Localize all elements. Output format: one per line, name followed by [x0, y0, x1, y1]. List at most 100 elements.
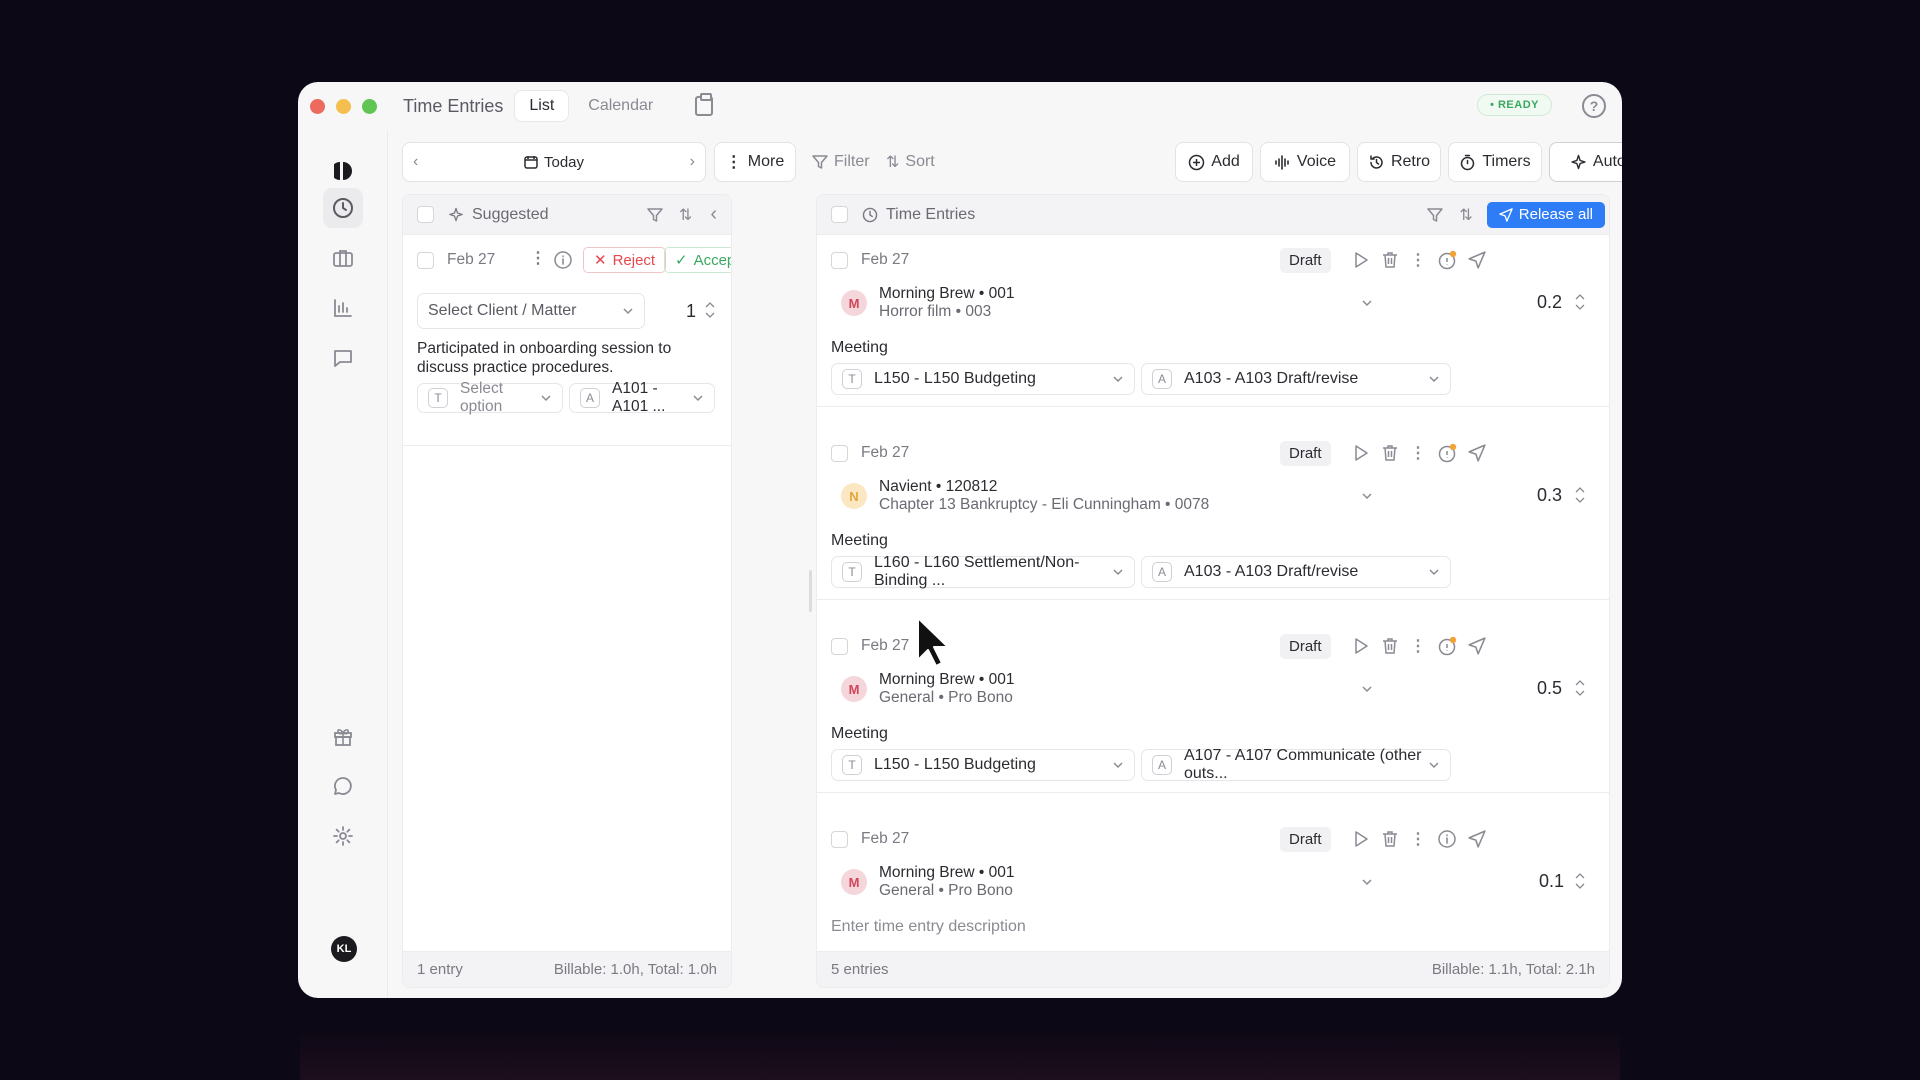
auto-capture-button[interactable]: Auto-Capture	[1549, 142, 1622, 182]
collapse-chevron-icon[interactable]: ‹	[710, 203, 717, 226]
activity-select[interactable]: A A103 - A103 Draft/revise	[1141, 363, 1451, 395]
filter-icon[interactable]	[647, 207, 663, 223]
maximize-window-button[interactable]	[362, 98, 377, 114]
warning-info-icon[interactable]	[1437, 250, 1457, 270]
hours-value[interactable]: 1	[686, 301, 696, 322]
info-icon[interactable]	[553, 250, 573, 270]
activity-letter-icon: A	[580, 388, 600, 408]
play-icon[interactable]	[1352, 251, 1370, 269]
sidebar-item-rewards[interactable]	[323, 716, 363, 756]
add-button[interactable]: Add	[1175, 142, 1253, 182]
warning-info-icon[interactable]	[1437, 636, 1457, 656]
minimize-window-button[interactable]	[336, 98, 351, 114]
activity-select[interactable]: A A101 - A101 ...	[569, 380, 715, 415]
reject-button[interactable]: ✕ Reject	[583, 247, 667, 273]
hours-stepper-icon[interactable]	[1574, 291, 1586, 313]
play-icon[interactable]	[1352, 444, 1370, 462]
trash-icon[interactable]	[1381, 637, 1399, 655]
entry-description[interactable]: Participated in onboarding session to di…	[417, 339, 721, 377]
clock-icon	[862, 207, 878, 222]
more-vertical-icon[interactable]: ⋮	[1410, 829, 1426, 849]
task-select[interactable]: T L150 - L150 Budgeting	[831, 749, 1135, 781]
hours-value[interactable]: 0.3	[1537, 485, 1562, 506]
release-all-button[interactable]: Release all	[1486, 201, 1605, 228]
sort-icon[interactable]: ⇅	[679, 205, 692, 225]
client-matter-select[interactable]: M Morning Brew • 001 General • Pro Bono	[831, 667, 1383, 711]
filter-icon[interactable]	[1427, 207, 1444, 223]
hours-stepper-icon[interactable]	[1574, 870, 1586, 892]
more-vertical-icon[interactable]: ⋮	[1410, 443, 1426, 463]
trash-icon[interactable]	[1381, 830, 1399, 848]
info-icon[interactable]	[1437, 829, 1457, 849]
send-icon[interactable]	[1468, 830, 1486, 848]
client-matter-select[interactable]: M Morning Brew • 001 General • Pro Bono	[831, 860, 1383, 904]
sidebar-item-matters[interactable]	[323, 238, 363, 278]
tab-calendar[interactable]: Calendar	[574, 91, 667, 121]
help-icon[interactable]: ?	[1582, 94, 1606, 118]
trash-icon[interactable]	[1381, 444, 1399, 462]
client-avatar: N	[841, 483, 867, 509]
hours-stepper-icon[interactable]	[704, 299, 716, 321]
more-button[interactable]: ⋮ More	[714, 142, 796, 182]
panel-resize-handle[interactable]	[809, 570, 812, 612]
trash-icon[interactable]	[1381, 251, 1399, 269]
select-all-entries-checkbox[interactable]	[831, 206, 848, 223]
hours-value[interactable]: 0.2	[1537, 292, 1562, 313]
sidebar-item-time[interactable]	[323, 188, 363, 228]
sidebar-item-reports[interactable]	[323, 288, 363, 328]
play-icon[interactable]	[1352, 637, 1370, 655]
entry-description[interactable]: Meeting	[831, 339, 888, 357]
clipboard-icon[interactable]	[695, 93, 714, 116]
activity-letter-icon: A	[1152, 755, 1172, 775]
timers-button[interactable]: Timers	[1448, 142, 1542, 182]
warning-info-icon[interactable]	[1437, 443, 1457, 463]
more-vertical-icon[interactable]: ⋮	[1410, 636, 1426, 656]
task-value: L150 - L150 Budgeting	[874, 370, 1036, 387]
entry-checkbox[interactable]	[831, 638, 848, 655]
send-icon[interactable]	[1468, 444, 1486, 462]
client-matter-select[interactable]: M Morning Brew • 001 Horror film • 003	[831, 281, 1383, 325]
entry-checkbox[interactable]	[831, 445, 848, 462]
voice-button[interactable]: Voice	[1260, 142, 1350, 182]
activity-select[interactable]: A A107 - A107 Communicate (other outs...	[1141, 747, 1451, 782]
accept-button[interactable]: ✓ Accept	[664, 247, 731, 273]
select-all-suggested-checkbox[interactable]	[417, 206, 434, 223]
activity-select[interactable]: A A103 - A103 Draft/revise	[1141, 556, 1451, 588]
today-button[interactable]: Today	[524, 154, 584, 171]
task-select[interactable]: T L160 - L160 Settlement/Non-Binding ...	[831, 554, 1135, 589]
divider	[817, 792, 1609, 793]
more-vertical-icon[interactable]: ⋮	[530, 248, 546, 268]
send-icon[interactable]	[1468, 637, 1486, 655]
next-day-chevron-icon[interactable]: ›	[690, 153, 695, 171]
task-select[interactable]: T L150 - L150 Budgeting	[831, 363, 1135, 395]
more-vertical-icon[interactable]: ⋮	[1410, 250, 1426, 270]
sidebar-item-messages[interactable]	[323, 338, 363, 378]
entry-description[interactable]: Meeting	[831, 725, 888, 743]
entry-description[interactable]: Meeting	[831, 532, 888, 550]
sidebar-item-settings[interactable]	[323, 816, 363, 856]
client-matter-select[interactable]: Select Client / Matter	[417, 293, 645, 329]
retro-button[interactable]: Retro	[1357, 142, 1441, 182]
description-input[interactable]: Enter time entry description	[831, 918, 1026, 936]
filter-button[interactable]: Filter	[812, 142, 870, 182]
sidebar-item-chat[interactable]	[323, 766, 363, 806]
briefcase-icon	[333, 250, 353, 267]
hours-stepper-icon[interactable]	[1574, 677, 1586, 699]
play-icon[interactable]	[1352, 830, 1370, 848]
sort-icon[interactable]: ⇅	[1459, 205, 1472, 225]
entry-checkbox[interactable]	[417, 252, 434, 269]
client-matter-select[interactable]: N Navient • 120812 Chapter 13 Bankruptcy…	[831, 474, 1383, 518]
send-icon[interactable]	[1468, 251, 1486, 269]
user-avatar[interactable]: KL	[331, 936, 357, 962]
close-window-button[interactable]	[310, 98, 325, 114]
entry-actions: ⋮	[1352, 443, 1486, 463]
sort-button[interactable]: ⇅ Sort	[886, 142, 935, 182]
hours-value[interactable]: 0.5	[1537, 678, 1562, 699]
hours-stepper-icon[interactable]	[1574, 484, 1586, 506]
hours-value[interactable]: 0.1	[1539, 871, 1564, 892]
entry-checkbox[interactable]	[831, 831, 848, 848]
entry-checkbox[interactable]	[831, 252, 848, 269]
task-select[interactable]: T Select option	[417, 380, 563, 415]
prev-day-chevron-icon[interactable]: ‹	[413, 153, 418, 171]
tab-list[interactable]: List	[515, 91, 569, 121]
